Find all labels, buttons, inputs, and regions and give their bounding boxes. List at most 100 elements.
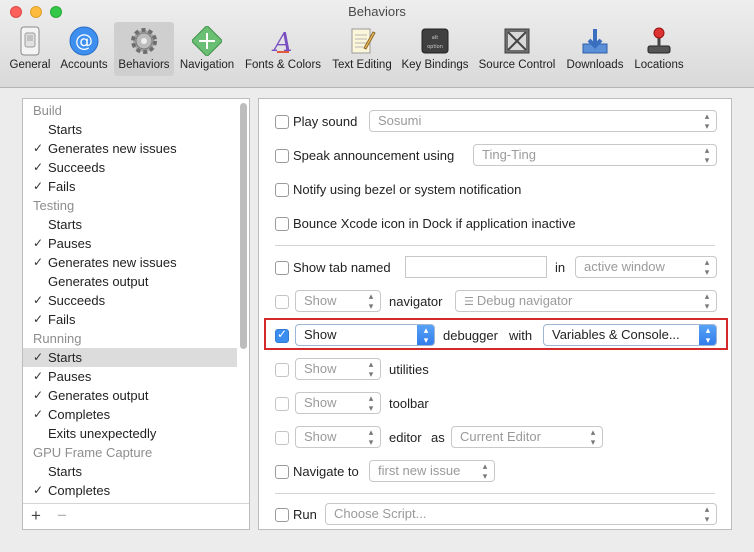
list-footer: + − (23, 503, 249, 529)
tree-item[interactable]: ✓ Fails (23, 310, 237, 329)
window-title: Behaviors (348, 4, 406, 19)
checkmark-icon: ✓ (33, 312, 44, 326)
navigator-list-icon: ☰ (464, 296, 477, 308)
tree-row-label: Generates output (48, 388, 149, 403)
editor-type-popup[interactable]: Current Editor ▴ ▾ (451, 426, 603, 448)
toolbar-checkbox[interactable] (275, 397, 289, 411)
utilities-row: Show ▴ ▾ utilities (259, 358, 731, 382)
tree-item[interactable]: ✓ Starts (23, 348, 237, 367)
toolbar-accounts[interactable]: @ Accounts (56, 22, 112, 76)
tree-row-label: Running (33, 331, 82, 346)
behaviors-tree[interactable]: Build Starts ✓ Generates new issues ✓ Succeed… (23, 99, 237, 503)
editor-show-popup[interactable]: Show ▴ ▾ (295, 426, 381, 448)
divider (275, 493, 715, 494)
navigate-to-checkbox[interactable] (275, 465, 289, 479)
tree-row-label: Fails (48, 179, 76, 194)
toolbar-behaviors[interactable]: Behaviors (114, 22, 174, 76)
divider (275, 245, 715, 246)
scroll-thumb[interactable] (240, 103, 247, 349)
compass-arrows-icon (191, 25, 223, 57)
tree-row-label: Succeeds (48, 293, 106, 308)
notify-checkbox[interactable] (275, 183, 289, 197)
tree-scrollbar[interactable] (237, 99, 250, 503)
toolbar-navigation[interactable]: Navigation (176, 22, 238, 76)
notify-row: Notify using bezel or system notificatio… (259, 178, 731, 202)
checkmark-icon: ✓ (33, 369, 44, 383)
add-behavior-button[interactable]: + (31, 506, 41, 526)
run-script-checkbox[interactable] (275, 508, 289, 522)
navigator-show-popup[interactable]: Show ▴ ▾ (295, 290, 381, 312)
tree-item[interactable]: ✓ Generates new issues (23, 139, 237, 158)
checkmark-icon: ✓ (33, 350, 44, 364)
tree-item[interactable]: Exits unexpectedly (23, 424, 237, 443)
tree-item[interactable]: ✓ Pauses (23, 367, 237, 386)
general-switch-icon (14, 25, 46, 57)
toolbar-show-popup[interactable]: Show ▴ ▾ (295, 392, 381, 414)
tree-row-label: Completes (48, 483, 111, 498)
tab-window-popup[interactable]: active window ▴ ▾ (575, 256, 717, 278)
navigator-row: Show ▴ ▾ navigator ☰ Debug navigator ▴ ▾ (259, 290, 731, 314)
toolbar-downloads[interactable]: Downloads (562, 22, 628, 76)
tree-item[interactable]: ✓ Pauses (23, 234, 237, 253)
tree-item[interactable]: ✓ Generates new issues (23, 253, 237, 272)
utilities-checkbox[interactable] (275, 363, 289, 377)
toolbar-source-control[interactable]: Source Control (474, 22, 560, 76)
show-tab-checkbox[interactable] (275, 261, 289, 275)
tree-item[interactable]: ✓ Completes (23, 481, 237, 500)
bounce-checkbox[interactable] (275, 217, 289, 231)
speak-announcement-checkbox[interactable] (275, 149, 289, 163)
tree-item[interactable]: ✓ Generates output (23, 386, 237, 405)
sound-popup[interactable]: Sosumi ▴ ▾ (369, 110, 717, 132)
tree-category: Running (23, 329, 237, 348)
window-titlebar: Behaviors General @ Accounts Behaviors N… (0, 0, 754, 88)
checkmark-icon: ✓ (33, 388, 44, 402)
tree-row-label: Starts (48, 122, 82, 137)
tree-row-label: Build (33, 103, 62, 118)
editor-checkbox[interactable] (275, 431, 289, 445)
toolbar-text-editing[interactable]: Text Editing (328, 22, 396, 76)
tree-row-label: Fails (48, 312, 76, 327)
checkmark-icon: ✓ (33, 236, 44, 250)
navigator-checkbox[interactable] (275, 295, 289, 309)
tree-row-label: Generates new issues (48, 255, 177, 270)
tab-name-field[interactable] (405, 256, 547, 278)
debugger-highlight-box (264, 318, 728, 350)
tree-item[interactable]: ✓ Fails (23, 177, 237, 196)
toolbar-key-bindings[interactable]: alt option Key Bindings (398, 22, 472, 76)
gear-icon (128, 25, 160, 57)
checkmark-icon: ✓ (33, 255, 44, 269)
tree-item[interactable]: ✓ Succeeds (23, 291, 237, 310)
tree-row-label: Starts (48, 464, 82, 479)
script-popup[interactable]: Choose Script... ▴ ▾ (325, 503, 717, 525)
tree-category: Build (23, 101, 237, 120)
joystick-icon (643, 25, 675, 57)
tree-item[interactable]: Generates output (23, 272, 237, 291)
tree-item[interactable]: ✓ Completes (23, 405, 237, 424)
tree-row-label: Generates output (48, 274, 149, 289)
voice-popup[interactable]: Ting-Ting ▴ ▾ (473, 144, 717, 166)
tree-item[interactable]: Starts (23, 215, 237, 234)
tree-row-label: Testing (33, 198, 75, 213)
behavior-options-panel: Play sound Sosumi ▴ ▾ Speak announcement u… (258, 98, 732, 530)
toolbar-general[interactable]: General (6, 22, 54, 76)
option-key-icon: alt option (419, 25, 451, 57)
play-sound-checkbox[interactable] (275, 115, 289, 129)
checkmark-icon: ✓ (33, 160, 44, 174)
toolbar-locations[interactable]: Locations (630, 22, 688, 76)
utilities-show-popup[interactable]: Show ▴ ▾ (295, 358, 381, 380)
bounce-row: Bounce Xcode icon in Dock if application… (259, 212, 731, 236)
tree-item[interactable]: Starts (23, 462, 237, 481)
toolbar-fonts-colors[interactable]: A Fonts & Colors (240, 22, 326, 76)
play-sound-row: Play sound Sosumi ▴ ▾ (259, 110, 731, 134)
tree-item[interactable]: ✓ Succeeds (23, 158, 237, 177)
tree-row-label: Completes (48, 407, 111, 422)
svg-text:option: option (427, 44, 443, 50)
tree-row-label: Pauses (48, 236, 92, 251)
editor-row: Show ▴ ▾ editor as Current Editor ▴ ▾ (259, 426, 731, 450)
tree-item[interactable]: Starts (23, 120, 237, 139)
remove-behavior-button[interactable]: − (57, 506, 67, 526)
navigator-type-popup[interactable]: ☰ Debug navigator ▴ ▾ (455, 290, 717, 312)
checkmark-icon: ✓ (33, 179, 44, 193)
navigate-target-popup[interactable]: first new issue ▴ ▾ (369, 460, 495, 482)
toolbar-visibility-row: Show ▴ ▾ toolbar (259, 392, 731, 416)
